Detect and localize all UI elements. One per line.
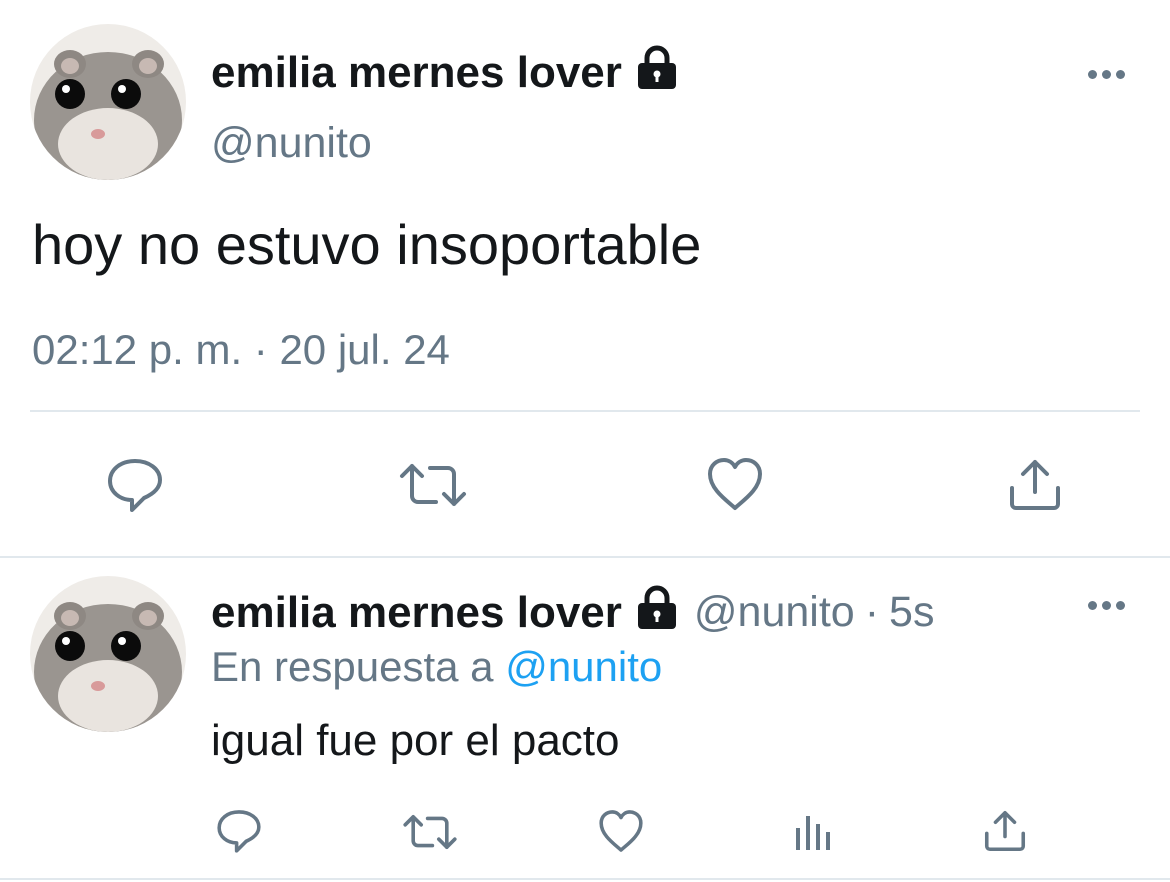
hamster-avatar-icon (30, 24, 186, 180)
reply-reply-icon[interactable] (216, 808, 262, 854)
reply-share-icon[interactable] (982, 808, 1028, 854)
like-icon[interactable] (706, 456, 764, 512)
more-options-icon[interactable] (1088, 70, 1125, 79)
lock-icon (634, 584, 680, 641)
reply-context: En respuesta a @nunito (211, 643, 662, 691)
bottom-divider (0, 878, 1170, 880)
analytics-icon[interactable] (792, 810, 834, 852)
handle[interactable]: @nunito (211, 119, 372, 168)
hamster-avatar-icon (30, 576, 186, 732)
reply-retweet-icon[interactable] (402, 810, 458, 854)
timestamp[interactable]: 02:12 p. m. · 20 jul. 24 (32, 326, 450, 374)
reply-avatar[interactable] (30, 576, 186, 732)
reply-time[interactable]: 5s (889, 588, 934, 637)
share-icon[interactable] (1006, 456, 1064, 514)
tweet-text: hoy no estuvo insoportable (32, 213, 702, 276)
lock-icon (634, 44, 680, 101)
avatar[interactable] (30, 24, 186, 180)
reply-more-options-icon[interactable] (1088, 601, 1125, 610)
retweet-icon[interactable] (398, 458, 468, 512)
reply-header: emilia mernes lover @nunito · 5s (211, 584, 934, 641)
section-divider (0, 556, 1170, 558)
display-name-text[interactable]: emilia mernes lover (211, 48, 622, 98)
display-name[interactable]: emilia mernes lover (211, 44, 680, 101)
reply-handle[interactable]: @nunito (694, 588, 855, 637)
reply-prefix: En respuesta a (211, 643, 494, 690)
reply-tweet-text: igual fue por el pacto (211, 716, 620, 765)
reply-like-icon[interactable] (598, 808, 644, 854)
reply-mention-link[interactable]: @nunito (505, 643, 662, 690)
reply-display-name[interactable]: emilia mernes lover (211, 588, 622, 638)
reply-icon[interactable] (106, 456, 164, 514)
reply-separator: · (864, 588, 880, 636)
divider (30, 410, 1140, 412)
